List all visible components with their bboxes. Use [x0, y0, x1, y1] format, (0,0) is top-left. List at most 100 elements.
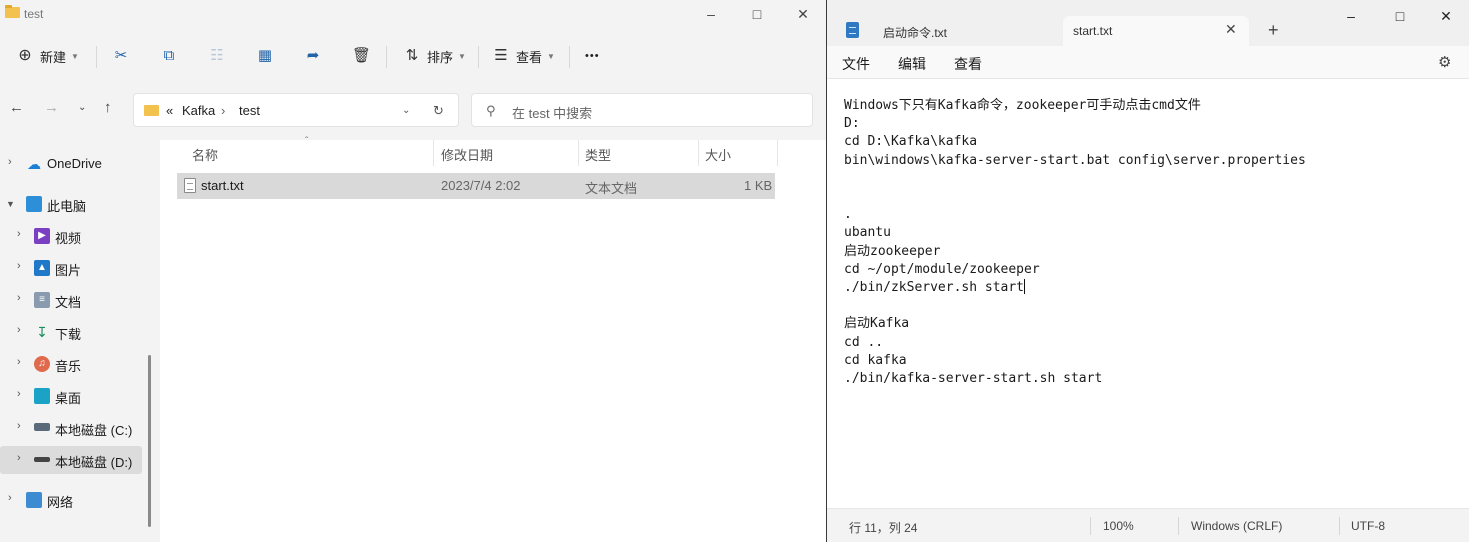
chevron-right-icon[interactable]: › — [17, 356, 21, 368]
editor-line: cd ~/opt/module/zookeeper — [844, 262, 1040, 277]
chevron-right-icon[interactable]: › — [17, 260, 21, 272]
column-divider[interactable] — [433, 140, 434, 166]
nav-item-drive-c[interactable]: › 本地磁盘 (C:) — [0, 414, 142, 442]
delete-button[interactable]: 🗑 — [352, 42, 371, 70]
search-icon: ⚲ — [486, 103, 496, 118]
chevron-right-icon[interactable]: › — [17, 228, 21, 240]
maximize-button[interactable]: □ — [1380, 8, 1420, 30]
minimize-button[interactable]: – — [688, 0, 734, 28]
nav-item-music[interactable]: › ♫ 音乐 — [0, 350, 142, 378]
new-tab-icon[interactable]: + — [1268, 20, 1279, 41]
back-arrow-icon[interactable]: ← — [9, 99, 24, 116]
maximize-button[interactable]: □ — [734, 0, 780, 28]
forward-arrow-icon[interactable]: → — [44, 99, 59, 116]
column-header-name[interactable]: 名称 — [192, 145, 218, 164]
nav-label: 本地磁盘 (C:) — [55, 423, 133, 438]
chevron-right-icon[interactable]: › — [17, 292, 21, 304]
search-bar[interactable]: ⚲ 在 test 中搜索 — [471, 93, 813, 127]
share-icon: ➦ — [306, 47, 320, 64]
address-dropdown-icon[interactable]: ⌄ — [402, 105, 410, 116]
file-row[interactable]: start.txt 2023/7/4 2:02 文本文档 1 KB — [177, 173, 775, 199]
nav-item-this-pc[interactable]: ▼ 此电脑 — [0, 190, 142, 218]
line-ending[interactable]: Windows (CRLF) — [1191, 519, 1282, 533]
view-button[interactable]: ☰ 查看 ▼ — [492, 42, 555, 70]
file-name: start.txt — [201, 178, 244, 193]
close-tab-icon[interactable]: ✕ — [1225, 21, 1237, 38]
column-header-type[interactable]: 类型 — [585, 145, 611, 164]
column-header-size[interactable]: 大小 — [705, 145, 731, 164]
tab-startup-commands[interactable]: 启动命令.txt — [871, 16, 1063, 46]
tab-label: start.txt — [1073, 24, 1113, 38]
window-title: test — [24, 7, 44, 21]
chevron-down-icon: ▼ — [458, 51, 466, 61]
column-divider[interactable] — [578, 140, 579, 166]
nav-item-desktop[interactable]: › 桌面 — [0, 382, 142, 410]
nav-item-downloads[interactable]: › ↧ 下载 — [0, 318, 142, 346]
desktop-icon — [34, 388, 50, 404]
zoom-level[interactable]: 100% — [1103, 519, 1134, 533]
share-button[interactable]: ➦ — [304, 42, 322, 70]
nav-item-network[interactable]: › 网络 — [0, 486, 142, 514]
column-divider[interactable] — [777, 140, 778, 166]
sort-button[interactable]: ⇅ 排序 ▼ — [403, 42, 466, 70]
view-label: 查看 — [516, 49, 543, 65]
chevron-right-icon[interactable]: › — [17, 324, 21, 336]
breadcrumb-kafka[interactable]: Kafka — [182, 103, 215, 118]
nav-label: 文档 — [55, 295, 82, 310]
nav-item-drive-d[interactable]: › 本地磁盘 (D:) — [0, 446, 142, 474]
picture-icon: ▲ — [34, 260, 50, 276]
menu-file[interactable]: 文件 — [842, 54, 870, 74]
chevron-down-icon[interactable]: ▼ — [6, 199, 15, 209]
file-explorer-window: test – □ ✕ ⊕ 新建 ▼ ✂ ⧉ ☷ ▦ ➦ 🗑 ⇅ 排序 ▼ ☰ 查… — [0, 0, 826, 542]
cut-button[interactable]: ✂ — [112, 42, 130, 70]
refresh-icon[interactable]: ↻ — [433, 103, 444, 119]
column-header-modified[interactable]: 修改日期 — [441, 145, 493, 164]
breadcrumb-overflow[interactable]: « — [166, 103, 173, 118]
search-placeholder: 在 test 中搜索 — [512, 106, 593, 121]
cloud-icon: ☁ — [27, 156, 41, 172]
nav-scrollbar[interactable] — [148, 355, 151, 527]
editor-line: Windows下只有Kafka命令，zookeeper可手动点击cmd文件 — [844, 98, 1201, 113]
toolbar-divider — [569, 46, 570, 68]
editor-line: 启动zookeeper — [844, 244, 941, 259]
nav-label: 下载 — [55, 327, 82, 342]
nav-item-pictures[interactable]: › ▲ 图片 — [0, 254, 142, 282]
recent-locations-chevron-icon[interactable]: ⌄ — [78, 102, 86, 113]
chevron-down-icon: ▼ — [547, 51, 555, 61]
column-divider[interactable] — [698, 140, 699, 166]
sort-label: 排序 — [427, 49, 454, 65]
paste-button[interactable]: ☷ — [208, 42, 226, 70]
nav-item-videos[interactable]: › ▶ 视频 — [0, 222, 142, 250]
address-bar[interactable]: « Kafka › test ⌄ ↻ — [133, 93, 459, 127]
tab-start-txt[interactable]: start.txt ✕ — [1063, 16, 1249, 46]
navigation-pane: › ☁ OneDrive ▼ 此电脑 › ▶ 视频 › ▲ 图片 › ≡ 文档 … — [0, 140, 160, 542]
menu-view[interactable]: 查看 — [954, 54, 982, 74]
nav-label: 此电脑 — [47, 199, 87, 214]
chevron-right-icon[interactable]: › — [8, 492, 12, 504]
chevron-right-icon[interactable]: › — [17, 420, 21, 432]
editor-line: ubantu — [844, 225, 891, 240]
tab-label: 启动命令.txt — [883, 26, 948, 40]
editor-line: . — [844, 207, 852, 222]
new-button[interactable]: ⊕ 新建 ▼ — [16, 42, 79, 70]
close-button[interactable]: ✕ — [1426, 8, 1466, 30]
toolbar-divider — [96, 46, 97, 68]
nav-item-documents[interactable]: › ≡ 文档 — [0, 286, 142, 314]
chevron-right-icon[interactable]: › — [17, 452, 21, 464]
close-button[interactable]: ✕ — [780, 0, 826, 28]
chevron-right-icon[interactable]: › — [8, 156, 12, 168]
breadcrumb-test[interactable]: test — [239, 103, 260, 118]
nav-item-onedrive[interactable]: › ☁ OneDrive — [0, 150, 142, 178]
status-bar: 行 11，列 24 100% Windows (CRLF) UTF-8 — [827, 508, 1469, 542]
menu-edit[interactable]: 编辑 — [898, 54, 926, 74]
minimize-button[interactable]: – — [1331, 8, 1371, 30]
text-editor[interactable]: Windows下只有Kafka命令，zookeeper可手动点击cmd文件 D: c… — [827, 78, 1469, 508]
chevron-right-icon[interactable]: › — [17, 388, 21, 400]
gear-icon[interactable]: ⚙ — [1438, 53, 1451, 71]
rename-button[interactable]: ▦ — [256, 42, 274, 70]
encoding[interactable]: UTF-8 — [1351, 519, 1385, 533]
copy-button[interactable]: ⧉ — [160, 42, 178, 70]
file-modified: 2023/7/4 2:02 — [441, 178, 521, 193]
up-arrow-icon[interactable]: ↑ — [104, 99, 112, 116]
more-options-button[interactable]: ••• — [585, 42, 600, 70]
